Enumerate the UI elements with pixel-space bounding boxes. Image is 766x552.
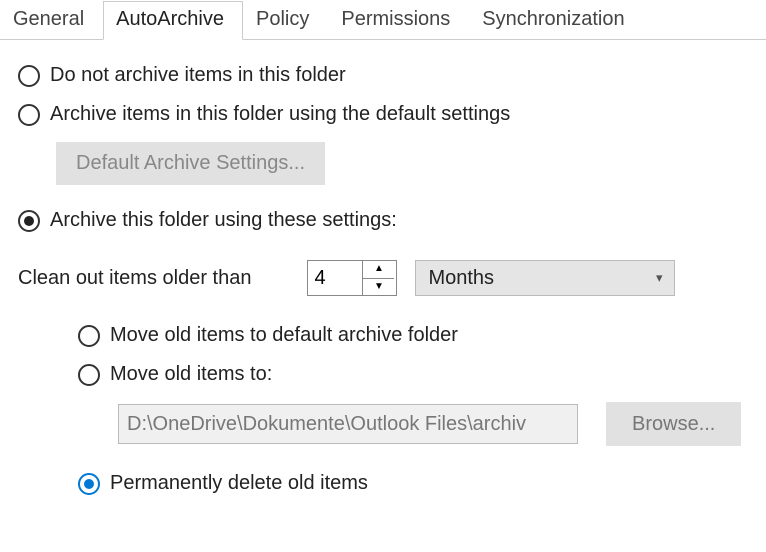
spinner-up-button[interactable]: ▲: [363, 261, 394, 279]
radio-icon: [18, 65, 40, 87]
radio-icon: [18, 104, 40, 126]
cleanout-unit-dropdown[interactable]: Months ▾: [415, 260, 675, 296]
tab-general[interactable]: General: [0, 1, 103, 40]
option-move-to[interactable]: Move old items to:: [78, 363, 748, 386]
spinner-buttons: ▲ ▼: [362, 261, 394, 295]
radio-icon: [78, 473, 100, 495]
option-label: Move old items to:: [110, 363, 272, 386]
cleanout-label: Clean out items older than: [18, 267, 251, 290]
default-archive-settings-button[interactable]: Default Archive Settings...: [56, 142, 325, 185]
dropdown-value: Months: [428, 267, 494, 290]
tab-synchronization[interactable]: Synchronization: [469, 1, 643, 40]
radio-icon: [18, 210, 40, 232]
option-label: Archive this folder using these settings…: [50, 209, 397, 232]
option-do-not-archive[interactable]: Do not archive items in this folder: [18, 64, 748, 87]
chevron-down-icon: ▾: [656, 270, 663, 286]
radio-icon: [78, 364, 100, 386]
tab-policy[interactable]: Policy: [243, 1, 328, 40]
archive-path-field[interactable]: D:\OneDrive\Dokumente\Outlook Files\arch…: [118, 404, 578, 444]
tab-bar: General AutoArchive Policy Permissions S…: [0, 0, 766, 40]
cleanout-row: Clean out items older than ▲ ▼ Months ▾: [18, 260, 748, 296]
cleanout-age-spinner[interactable]: ▲ ▼: [307, 260, 397, 296]
cleanout-age-input[interactable]: [308, 261, 362, 295]
option-label: Do not archive items in this folder: [50, 64, 346, 87]
tab-autoarchive[interactable]: AutoArchive: [103, 1, 243, 40]
option-use-these-settings[interactable]: Archive this folder using these settings…: [18, 209, 748, 232]
tab-permissions[interactable]: Permissions: [328, 1, 469, 40]
autoarchive-panel: Do not archive items in this folder Arch…: [0, 40, 766, 505]
option-label: Archive items in this folder using the d…: [50, 103, 510, 126]
browse-button[interactable]: Browse...: [606, 402, 741, 446]
spinner-down-button[interactable]: ▼: [363, 279, 394, 296]
move-to-path-row: D:\OneDrive\Dokumente\Outlook Files\arch…: [118, 402, 748, 446]
option-label: Permanently delete old items: [110, 472, 368, 495]
option-permanently-delete[interactable]: Permanently delete old items: [78, 472, 748, 495]
option-label: Move old items to default archive folder: [110, 324, 458, 347]
option-move-default[interactable]: Move old items to default archive folder: [78, 324, 748, 347]
option-use-default[interactable]: Archive items in this folder using the d…: [18, 103, 748, 126]
radio-icon: [78, 325, 100, 347]
